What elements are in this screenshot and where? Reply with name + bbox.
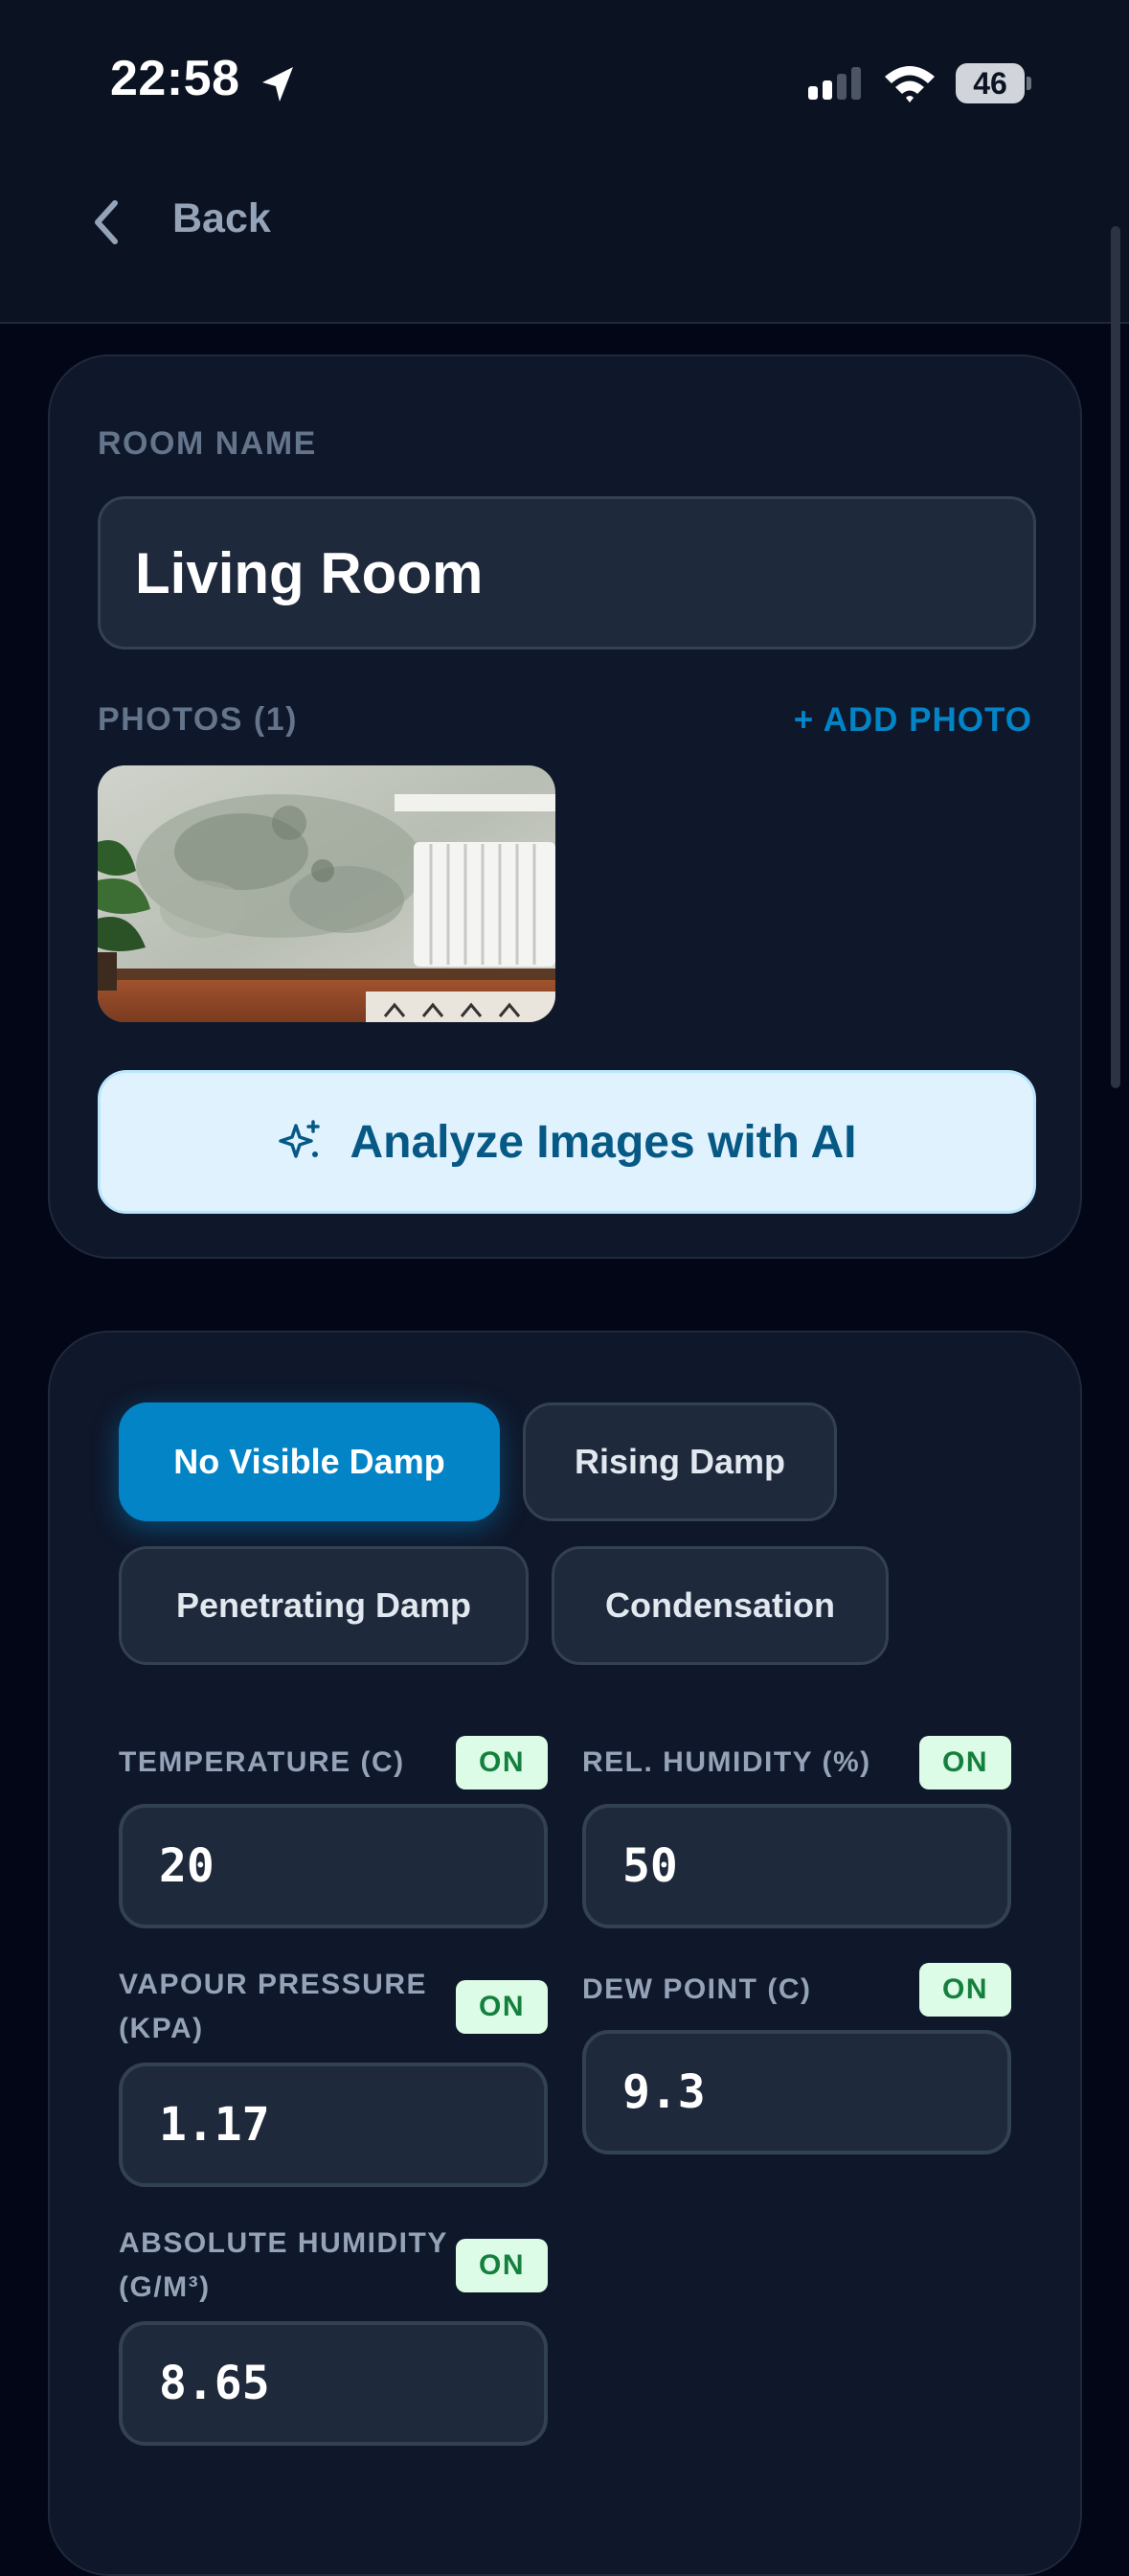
sparkles-icon — [279, 1120, 321, 1158]
wifi-icon — [885, 66, 935, 103]
vapour-pressure-label-line1: VAPOUR PRESSURE — [119, 1969, 428, 2000]
status-time: 22:58 — [110, 51, 240, 106]
humidity-input[interactable]: 50 — [582, 1804, 1011, 1928]
damp-wall-photo — [98, 765, 555, 1022]
room-details-card: ROOM NAME Living Room PHOTOS (1) + ADD P… — [48, 354, 1082, 1259]
absolute-humidity-input[interactable]: 8.65 — [119, 2321, 548, 2446]
absolute-humidity-label-line1: ABSOLUTE HUMIDITY — [119, 2227, 448, 2259]
temperature-on-badge[interactable]: ON — [456, 1736, 548, 1790]
absolute-humidity-label: ABSOLUTE HUMIDITY (G/M³) — [119, 2222, 448, 2310]
status-bar: 22:58 46 — [0, 0, 1129, 163]
room-name-input[interactable]: Living Room — [98, 496, 1036, 650]
vapour-pressure-label-line2: (KPA) — [119, 2013, 204, 2044]
chevron-left-icon[interactable] — [88, 197, 123, 247]
nav-header: Back — [0, 163, 1129, 324]
damp-option-no-visible-damp[interactable]: No Visible Damp — [119, 1402, 500, 1521]
dew-point-input[interactable]: 9.3 — [582, 2030, 1011, 2154]
damp-option-rising-damp[interactable]: Rising Damp — [523, 1402, 837, 1521]
scrollbar[interactable] — [1111, 226, 1120, 1088]
damp-option-condensation[interactable]: Condensation — [552, 1546, 889, 1665]
dew-point-on-badge[interactable]: ON — [919, 1963, 1011, 2017]
battery-level: 46 — [956, 63, 1025, 103]
humidity-on-badge[interactable]: ON — [919, 1736, 1011, 1790]
absolute-humidity-label-line2: (G/M³) — [119, 2271, 211, 2303]
photos-label: PHOTOS (1) — [98, 701, 298, 738]
damp-option-penetrating-damp[interactable]: Penetrating Damp — [119, 1546, 529, 1665]
temperature-label: TEMPERATURE (C) — [119, 1746, 405, 1778]
analyze-ai-button[interactable]: Analyze Images with AI — [98, 1070, 1036, 1214]
vapour-pressure-label: VAPOUR PRESSURE (KPA) — [119, 1963, 427, 2051]
temperature-input[interactable]: 20 — [119, 1804, 548, 1928]
room-photo-thumbnail[interactable] — [98, 765, 555, 1022]
battery-icon: 46 — [956, 63, 1031, 103]
signal-icon — [808, 67, 861, 100]
vapour-pressure-input[interactable]: 1.17 — [119, 2063, 548, 2187]
readings-card: No Visible Damp Rising Damp Penetrating … — [48, 1331, 1082, 2576]
vapour-pressure-on-badge[interactable]: ON — [456, 1980, 548, 2034]
analyze-ai-label: Analyze Images with AI — [350, 1116, 857, 1168]
back-button[interactable]: Back — [172, 195, 271, 242]
add-photo-button[interactable]: + ADD PHOTO — [794, 701, 1032, 740]
absolute-humidity-on-badge[interactable]: ON — [456, 2239, 548, 2292]
humidity-label: REL. HUMIDITY (%) — [582, 1746, 871, 1778]
dew-point-label: DEW POINT (C) — [582, 1973, 812, 2005]
location-arrow-icon — [262, 67, 293, 102]
room-name-label: ROOM NAME — [98, 425, 317, 462]
